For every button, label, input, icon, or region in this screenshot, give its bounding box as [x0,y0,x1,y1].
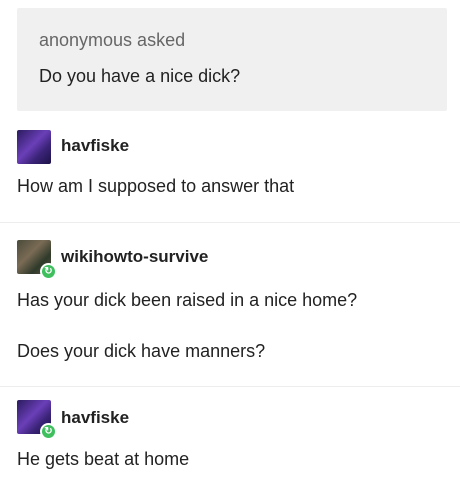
post-text: How am I supposed to answer that [17,176,295,196]
avatar[interactable]: ↻ [17,400,57,440]
post-text: He gets beat at home [17,449,190,469]
asker-label: anonymous asked [39,30,186,50]
ask-question: Do you have a nice dick? [39,66,241,86]
post-divider [0,222,460,223]
post-divider [0,386,460,387]
avatar[interactable] [17,130,51,164]
reblog-icon: ↻ [40,423,57,440]
username[interactable]: havfiske [61,408,129,428]
username[interactable]: havfiske [61,136,129,156]
avatar[interactable]: ↻ [17,240,57,280]
post-text: Has your dick been raised in a nice home… [17,290,358,310]
post-text: Does your dick have manners? [17,341,266,361]
reblog-icon: ↻ [40,263,57,280]
ask-box: anonymous asked Do you have a nice dick? [17,8,447,111]
purple-avatar [17,130,51,164]
username[interactable]: wikihowto-survive [61,247,208,267]
